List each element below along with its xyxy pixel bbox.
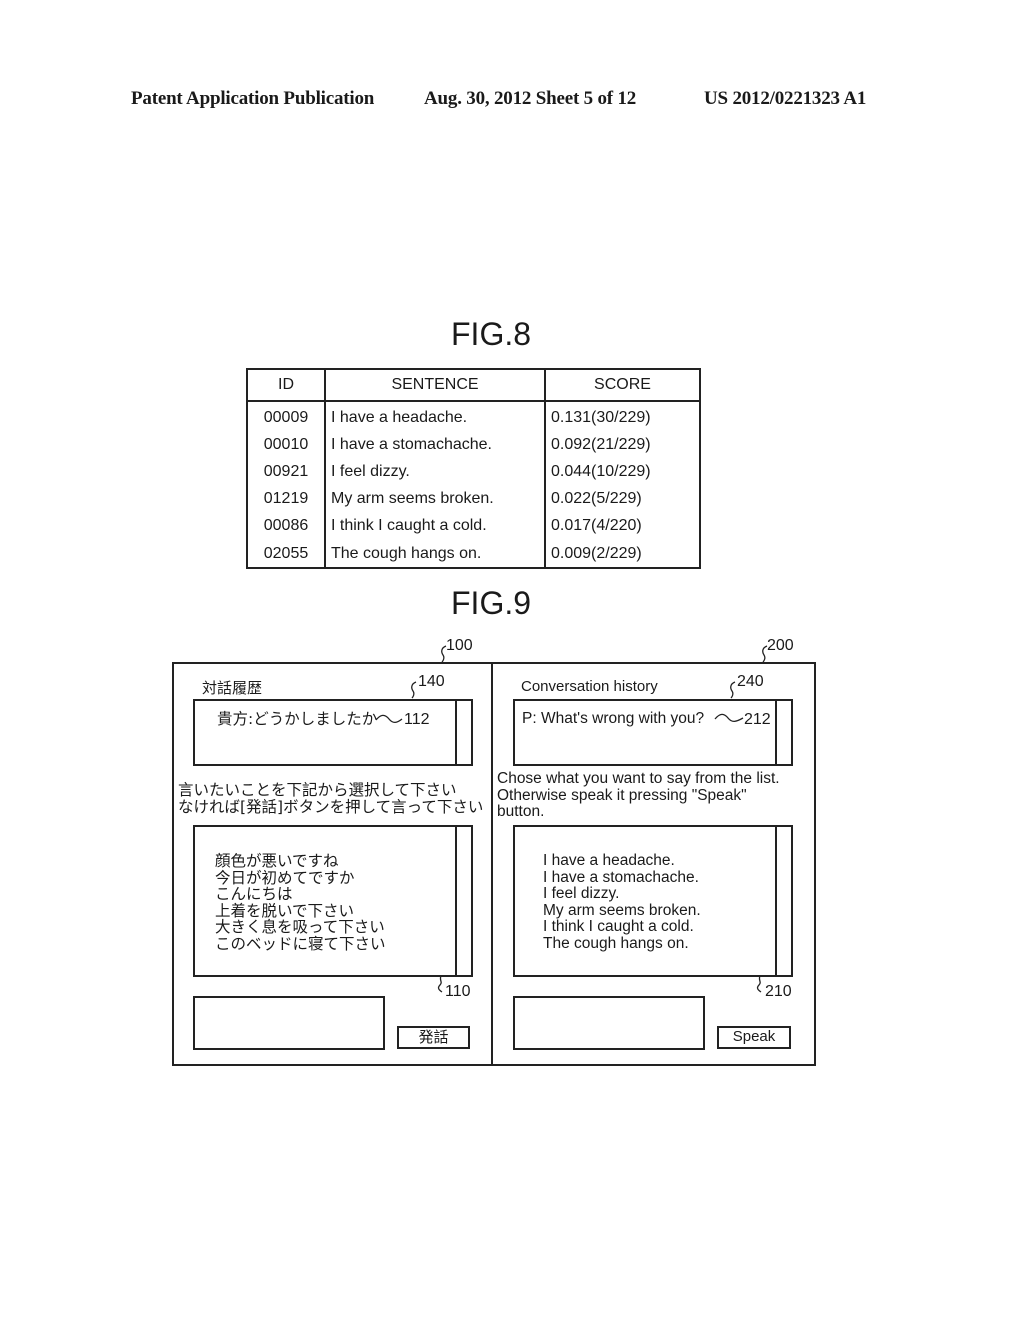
candidate-list-jp: 顔色が悪いですね 今日が初めてですか こんにちは 上着を脱いで下さい 大きく息を… — [193, 825, 473, 977]
cell-score: 0.022(5/229) — [551, 490, 642, 508]
candidate-item-en[interactable]: I think I caught a cold. — [543, 919, 701, 936]
table-row: 00086 I think I caught a cold. 0.017(4/2… — [247, 512, 700, 540]
speech-input-en[interactable] — [513, 996, 705, 1050]
column-header-score: SCORE — [545, 369, 700, 402]
candidate-item-jp[interactable]: このベッドに寝て下さい — [215, 936, 386, 953]
cell-id: 00921 — [247, 458, 326, 486]
cell-id: 02055 — [247, 539, 326, 569]
fig9-title: FIG.9 — [451, 585, 532, 621]
candidate-list-scrollbar-en[interactable] — [775, 827, 791, 975]
cell-id: 01219 — [247, 485, 326, 513]
history-message-en: P: What's wrong with you? — [522, 710, 705, 727]
candidate-list-en: I have a headache. I have a stomachache.… — [513, 825, 793, 977]
cell-sentence: I have a stomachache. — [325, 431, 546, 459]
leader-line-210 — [756, 975, 762, 993]
table-row: 00010 I have a stomachache. 0.092(21/229… — [247, 431, 700, 459]
instruction-line-3-en: button. — [497, 803, 545, 820]
history-scrollbar-en[interactable] — [775, 701, 791, 764]
candidate-item-en[interactable]: The cough hangs on. — [543, 935, 701, 953]
ref-110: 110 — [445, 983, 471, 1000]
table-row: 01219 My arm seems broken. 0.022(5/229) — [247, 485, 700, 513]
candidate-item-en[interactable]: My arm seems broken. — [543, 902, 701, 920]
history-label-en: Conversation history — [521, 678, 658, 695]
cell-score: 0.044(10/229) — [551, 462, 651, 480]
candidate-item-jp[interactable]: 大きく息を吸って下さい — [215, 919, 386, 936]
cell-sentence: I have a headache. — [325, 401, 546, 432]
fig8-title: FIG.8 — [451, 316, 532, 352]
leader-line-240 — [730, 681, 736, 699]
leader-line-140 — [411, 681, 417, 699]
history-box-en[interactable]: P: What's wrong with you? — [513, 699, 793, 766]
score-table: ID SENTENCE SCORE 00009 I have a headach… — [246, 368, 701, 570]
leader-line-100 — [441, 645, 447, 663]
column-header-sentence: SENTENCE — [325, 369, 546, 402]
cell-id: 00009 — [247, 401, 326, 432]
ref-240: 240 — [737, 673, 764, 690]
cell-score: 0.092(21/229) — [551, 435, 651, 453]
instruction-line-1-en: Chose what you want to say from the list… — [497, 770, 780, 787]
ref-210: 210 — [765, 983, 792, 1000]
leader-line-112 — [375, 714, 403, 724]
patent-number: US 2012/0221323 A1 — [704, 88, 867, 109]
ref-200: 200 — [767, 637, 794, 654]
cell-id: 00010 — [247, 431, 326, 459]
speak-button-en[interactable]: Speak — [717, 1026, 791, 1049]
ref-140: 140 — [418, 673, 445, 690]
cell-sentence: The cough hangs on. — [325, 539, 546, 569]
date-sheet: Aug. 30, 2012 Sheet 5 of 12 — [424, 88, 637, 109]
column-header-id: ID — [247, 369, 326, 402]
cell-score: 0.009(2/229) — [551, 544, 642, 562]
history-scrollbar-jp[interactable] — [455, 701, 471, 764]
ref-100: 100 — [446, 637, 473, 654]
cell-sentence: I think I caught a cold. — [325, 512, 546, 540]
candidate-item-jp[interactable]: 顔色が悪いですね — [215, 853, 386, 870]
cell-sentence: My arm seems broken. — [325, 485, 546, 513]
leader-line-110 — [437, 975, 443, 993]
candidate-item-en[interactable]: I feel dizzy. — [543, 886, 701, 903]
leader-line-200 — [762, 645, 768, 663]
speak-button-jp[interactable]: 発話 — [397, 1026, 470, 1049]
table-row: 02055 The cough hangs on. 0.009(2/229) — [247, 539, 700, 569]
history-box-jp[interactable]: 貴方:どうかしましたか — [193, 699, 473, 766]
leader-line-212 — [714, 713, 744, 723]
history-label-jp: 対話履歴 — [202, 679, 263, 697]
table-row: 00921 I feel dizzy. 0.044(10/229) — [247, 458, 700, 486]
publication-label: Patent Application Publication — [131, 88, 375, 109]
ref-112: 112 — [404, 711, 430, 728]
history-message-jp: 貴方:どうかしましたか — [217, 710, 378, 728]
candidate-item-en[interactable]: I have a headache. — [543, 852, 701, 870]
cell-score: 0.017(4/220) — [551, 517, 642, 535]
table-row: 00009 I have a headache. 0.131(30/229) — [247, 401, 700, 432]
candidate-item-jp[interactable]: こんにちは — [215, 886, 386, 903]
instruction-line-1-jp: 言いたいことを下記から選択して下さい — [178, 781, 457, 799]
ref-212: 212 — [744, 711, 771, 728]
table-header-row: ID SENTENCE SCORE — [247, 369, 700, 402]
candidate-list-scrollbar-jp[interactable] — [455, 827, 471, 975]
candidate-item-jp[interactable]: 今日が初めてですか — [215, 869, 386, 887]
candidate-item-en[interactable]: I have a stomachache. — [543, 869, 701, 887]
cell-sentence: I feel dizzy. — [325, 458, 546, 486]
cell-score: 0.131(30/229) — [551, 408, 651, 426]
candidate-item-jp[interactable]: 上着を脱いで下さい — [215, 903, 386, 920]
panel-divider — [491, 662, 493, 1064]
speech-input-jp[interactable] — [193, 996, 385, 1050]
instruction-line-2-jp: なければ[発話]ボタンを押して言って下さい — [178, 798, 484, 816]
cell-id: 00086 — [247, 512, 326, 540]
